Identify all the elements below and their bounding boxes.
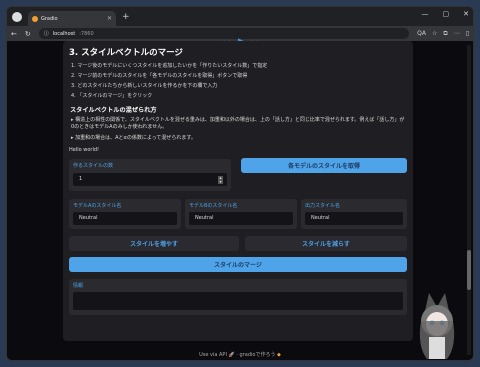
subheading: スタイルベクトルの混ぜられ方 [70, 107, 157, 114]
num-styles-block: 作るスタイルの数 1 ▴ ▾ [69, 159, 231, 191]
minimize-icon[interactable]: — [422, 10, 429, 18]
rocket-icon: 🚀 [228, 352, 235, 358]
model-a-input[interactable]: Neutral [73, 212, 177, 225]
section-title: 3. スタイルベクトルのマージ [69, 48, 183, 58]
footer-separator: · [236, 352, 238, 358]
info-block: 情報 [69, 279, 407, 315]
bullet-1: ▸ 構造上の相性の関係で、スタイルベクトルを混ぜる重みは、加重和以外の場合は、上… [71, 117, 405, 130]
use-via-api-link[interactable]: Use via API [199, 352, 227, 358]
qa-indicator[interactable]: QA [417, 30, 426, 38]
back-icon[interactable]: ← [11, 30, 17, 38]
scrollbar-thumb[interactable] [467, 250, 471, 290]
output-block: 出力スタイル名 Neutral [301, 199, 407, 229]
num-styles-value: 1 [79, 176, 83, 182]
model-b-input[interactable]: Neutral [189, 212, 293, 225]
sidebar-icon[interactable]: ▯ [466, 30, 469, 38]
close-window-icon[interactable]: ✕ [463, 10, 469, 18]
num-styles-input[interactable]: 1 ▴ ▾ [73, 173, 227, 186]
profile-icon[interactable] [12, 11, 22, 22]
info-label: 情報 [73, 283, 84, 289]
browser-window: Gradio ✕ + — ▢ ✕ ← ↻ ⓘ localhost:7860 QA… [6, 6, 474, 361]
output-label: 出力スタイル名 [305, 203, 341, 209]
gradio-favicon-icon [32, 15, 38, 22]
footer: Use via API 🚀 · gradioで作ろう ◆ [7, 351, 473, 358]
close-tab-icon[interactable]: ✕ [107, 15, 112, 22]
tab-title: Gradio [41, 15, 58, 22]
model-b-block: モデルBのスタイル名 Neutral [185, 199, 297, 229]
model-a-block: モデルAのスタイル名 Neutral [69, 199, 181, 229]
url-field[interactable]: ⓘ localhost:7860 [38, 28, 410, 39]
hello-text: Hello world! [69, 147, 100, 153]
num-styles-label: 作るスタイルの数 [73, 163, 114, 169]
url-host: localhost [52, 30, 76, 37]
bullet-2: ▸ 加重和の場合は、Aとαの係数によって混ぜられます。 [71, 135, 196, 141]
info-icon: ⓘ [43, 31, 49, 37]
model-b-label: モデルBのスタイル名 [189, 203, 238, 209]
more-icon[interactable]: ⋯ [454, 30, 460, 38]
step-1: 1. マージ後のモデルにいくつスタイルを追加したいかを「作りたいスタイル数」で指… [71, 63, 268, 69]
get-styles-button[interactable]: 各モデルのスタイルを取得 [241, 158, 407, 173]
step-3: 3. どのスタイルたちから新しいスタイルを作るかを下の欄で入力 [71, 83, 218, 89]
star-icon[interactable]: ☆ [432, 30, 437, 38]
merge-panel: 3. スタイルベクトルのマージ 1. マージ後のモデルにいくつスタイルを追加した… [63, 41, 413, 341]
model-a-label: モデルAのスタイル名 [73, 203, 122, 209]
step-4: 4. 「スタイルのマージ」をクリック [71, 93, 153, 99]
built-with-gradio-link[interactable]: gradioで作ろう [240, 352, 276, 358]
new-tab-icon[interactable]: + [122, 12, 130, 22]
remove-style-button[interactable]: スタイルを減らす [245, 236, 407, 251]
gradio-logo-icon: ◆ [277, 352, 281, 358]
scrollbar[interactable] [467, 45, 471, 355]
step-2: 2. マージ前のモデルのスタイルを「各モデルのスタイルを取得」ボタンで取得 [71, 73, 248, 79]
page-content: ◀◀ ▶ ▶▶ 3. スタイルベクトルのマージ 1. マージ後のモデルにいくつス… [7, 37, 473, 360]
merge-button[interactable]: スタイルのマージ [69, 257, 407, 272]
output-input[interactable]: Neutral [305, 212, 403, 225]
tab-gradio[interactable]: Gradio ✕ [28, 11, 116, 26]
extensions-icon[interactable]: ⧉ [443, 30, 447, 38]
number-stepper[interactable]: ▴ ▾ [218, 176, 223, 184]
add-style-button[interactable]: スタイルを増やす [69, 236, 239, 251]
url-port: :7860 [79, 30, 94, 37]
tab-bar: Gradio ✕ + — ▢ ✕ [7, 7, 473, 26]
info-output[interactable] [73, 292, 403, 310]
refresh-icon[interactable]: ↻ [25, 30, 31, 38]
maximize-icon[interactable]: ▢ [443, 10, 450, 18]
